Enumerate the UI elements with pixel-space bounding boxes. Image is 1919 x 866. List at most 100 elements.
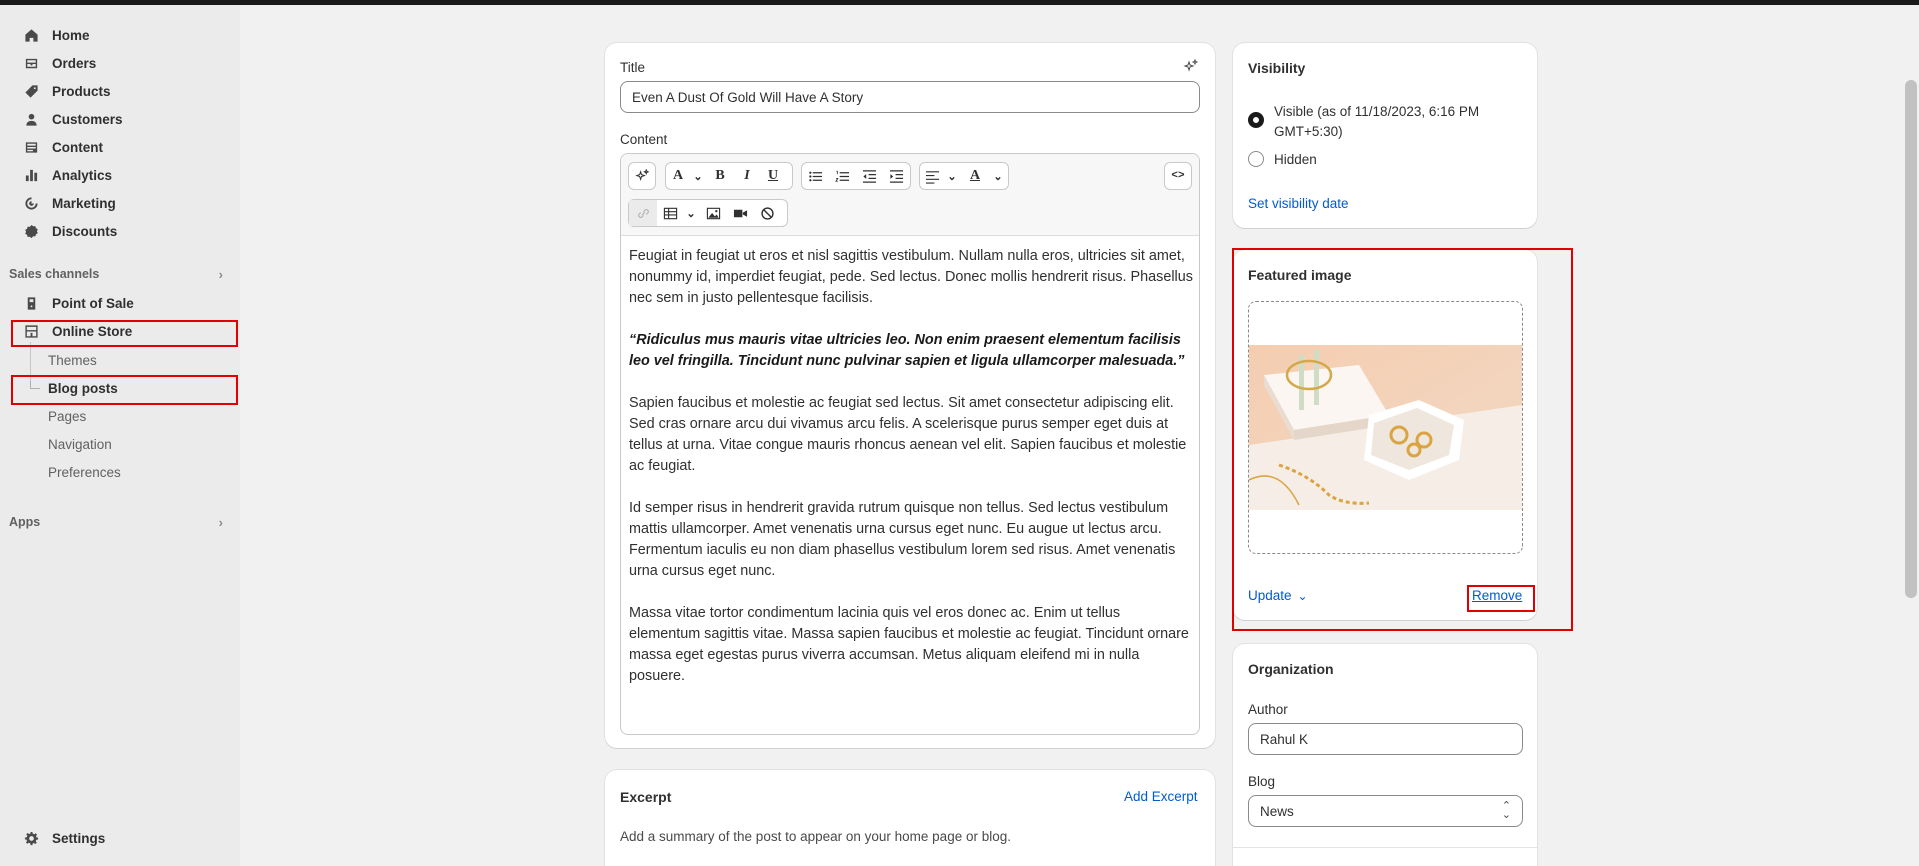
chevron-down-icon[interactable]: ⌄ <box>990 163 1006 189</box>
bold-button[interactable]: B <box>706 163 734 189</box>
sidebar-item-label: Orders <box>52 55 97 71</box>
gear-icon <box>22 829 40 847</box>
sidebar-item-home[interactable]: Home <box>14 22 236 48</box>
sidebar-item-label: Point of Sale <box>52 295 134 311</box>
featured-image <box>1249 345 1522 510</box>
sidebar-subitem-pages[interactable]: Pages <box>48 404 86 428</box>
home-icon <box>22 26 40 44</box>
author-label: Author <box>1248 702 1288 717</box>
numbered-list-icon[interactable] <box>829 163 856 189</box>
sidebar-item-customers[interactable]: Customers <box>14 106 236 132</box>
visible-radio[interactable] <box>1248 112 1264 128</box>
sidebar-item-label: Content <box>52 139 103 155</box>
hidden-radio[interactable] <box>1248 151 1264 167</box>
chevron-right-icon: › <box>218 514 223 530</box>
chevron-right-icon: › <box>218 266 223 282</box>
bullet-list-icon[interactable] <box>802 163 829 189</box>
organization-card <box>1233 644 1537 866</box>
divider <box>1233 847 1537 848</box>
excerpt-description: Add a summary of the post to appear on y… <box>620 829 1011 844</box>
sidebar-item-content[interactable]: Content <box>14 134 236 160</box>
sidebar-item-orders[interactable]: Orders <box>14 50 236 76</box>
excerpt-card <box>605 770 1215 866</box>
sidebar-item-label: Discounts <box>52 223 118 239</box>
sidebar-item-label: Analytics <box>52 167 113 183</box>
sales-channels-header[interactable]: Sales channels › <box>9 264 223 284</box>
indent-icon[interactable] <box>883 163 910 189</box>
chevron-down-icon[interactable]: ⌄ <box>944 163 960 189</box>
pos-icon <box>22 294 40 312</box>
content-paragraph: Sapien faucibus et molestie ac feugiat s… <box>629 395 1187 474</box>
featured-image-dropzone[interactable] <box>1248 301 1523 554</box>
top-bar <box>0 0 1919 5</box>
video-icon[interactable] <box>727 200 754 226</box>
apps-header[interactable]: Apps › <box>9 512 223 532</box>
sidebar-item-label: Customers <box>52 111 123 127</box>
sidebar-item-settings[interactable]: Settings <box>14 825 236 851</box>
title-input[interactable]: Even A Dust Of Gold Will Have A Story <box>620 81 1200 113</box>
code-icon: <> <box>1171 170 1185 182</box>
organization-title: Organization <box>1248 661 1334 677</box>
sidebar-item-label: Settings <box>52 830 106 846</box>
image-icon[interactable] <box>699 200 727 226</box>
excerpt-title: Excerpt <box>620 789 672 805</box>
align-left-icon[interactable] <box>920 163 944 189</box>
text-color-button[interactable]: A <box>960 163 990 189</box>
content-quote: “Ridiculus mus mauris vitae ultricies le… <box>629 332 1185 369</box>
editor-toolbar: A ⌄ B I U ⌄ A ⌄ <> ⌄ <box>621 154 1199 236</box>
underline-button[interactable]: U <box>760 163 786 189</box>
table-icon[interactable] <box>657 200 683 226</box>
content-label: Content <box>620 132 668 147</box>
list-group <box>801 162 911 190</box>
add-excerpt-link[interactable]: Add Excerpt <box>1124 789 1198 804</box>
sidebar-subitem-preferences[interactable]: Preferences <box>48 460 121 484</box>
font-style-button[interactable]: A <box>666 163 690 189</box>
clear-format-icon[interactable] <box>754 200 781 226</box>
sidebar-item-products[interactable]: Products <box>14 78 236 104</box>
author-input[interactable]: Rahul K <box>1248 723 1523 755</box>
sidebar-item-marketing[interactable]: Marketing <box>14 190 236 216</box>
sidebar: Home Orders Products Customers Content A… <box>0 5 240 866</box>
editor-content[interactable]: Feugiat in feugiat ut eros et nisl sagit… <box>629 246 1194 708</box>
italic-button[interactable]: I <box>734 163 760 189</box>
blog-label: Blog <box>1248 774 1276 789</box>
tag-icon <box>22 82 40 100</box>
content-icon <box>22 138 40 156</box>
update-dropdown[interactable]: Update ⌄ <box>1248 588 1308 603</box>
ai-button[interactable] <box>628 162 656 190</box>
sidebar-item-discounts[interactable]: Discounts <box>14 218 236 244</box>
select-arrows-icon: ⌃ ⌄ <box>1501 800 1511 821</box>
sidebar-item-label: Marketing <box>52 195 116 211</box>
sparkle-icon[interactable] <box>1183 58 1199 75</box>
code-view-button[interactable]: <> <box>1164 162 1192 190</box>
outdent-icon[interactable] <box>856 163 883 189</box>
highlight-blog-posts <box>11 375 238 405</box>
person-icon <box>22 110 40 128</box>
discount-icon <box>22 222 40 240</box>
visibility-title: Visibility <box>1248 60 1306 76</box>
target-icon <box>22 194 40 212</box>
page-scrollbar[interactable] <box>1905 80 1917 598</box>
sidebar-item-label: Home <box>52 27 90 43</box>
featured-image-title: Featured image <box>1248 267 1352 283</box>
chevron-down-icon[interactable]: ⌄ <box>690 163 706 189</box>
orders-icon <box>22 54 40 72</box>
sidebar-subitem-themes[interactable]: Themes <box>48 348 97 372</box>
highlight-online-store <box>11 320 238 347</box>
insert-group: ⌄ <box>628 199 788 227</box>
title-label: Title <box>620 60 646 75</box>
set-visibility-date-link[interactable]: Set visibility date <box>1248 196 1349 211</box>
content-paragraph: Massa vitae tortor condimentum lacinia q… <box>629 605 1189 684</box>
chevron-down-icon[interactable]: ⌄ <box>683 200 699 226</box>
blog-select[interactable]: News ⌃ ⌄ <box>1248 795 1523 827</box>
sidebar-subitem-navigation[interactable]: Navigation <box>48 432 112 456</box>
content-paragraph: Id semper risus in hendrerit gravida rut… <box>629 500 1176 579</box>
sidebar-item-analytics[interactable]: Analytics <box>14 162 236 188</box>
visible-label: Visible (as of 11/18/2023, 6:16 PM GMT+5… <box>1274 104 1480 139</box>
link-icon[interactable] <box>629 200 657 226</box>
sidebar-item-point-of-sale[interactable]: Point of Sale <box>14 290 236 316</box>
align-color-group: ⌄ A ⌄ <box>919 162 1009 190</box>
sparkle-icon <box>629 163 655 189</box>
format-group: A ⌄ B I U <box>665 162 793 190</box>
content-paragraph: Feugiat in feugiat ut eros et nisl sagit… <box>629 248 1193 306</box>
